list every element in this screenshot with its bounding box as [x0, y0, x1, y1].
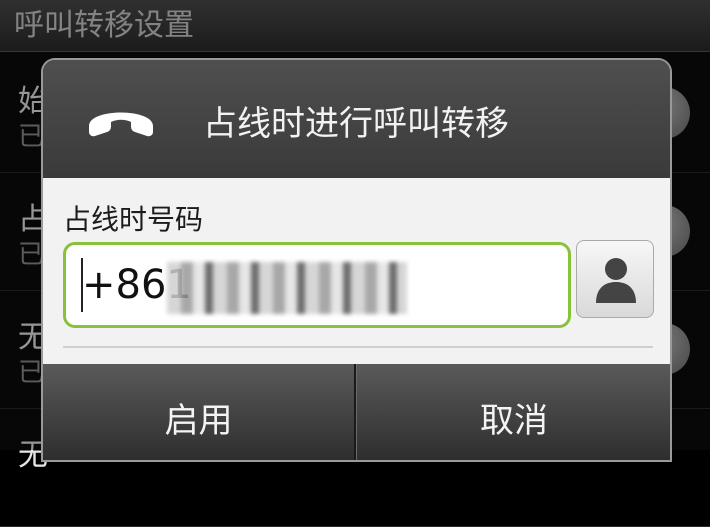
phone-handset-icon	[89, 112, 153, 137]
cancel-button[interactable]: 取消	[356, 364, 670, 460]
dialog-body: 占线时号码 +861	[43, 178, 670, 364]
divider	[63, 346, 653, 348]
dialog-button-bar: 启用 取消	[43, 364, 670, 460]
phone-number-label: 占线时号码	[63, 203, 204, 236]
enable-button[interactable]: 启用	[43, 364, 356, 460]
redacted-number-blur	[167, 262, 407, 314]
text-cursor	[81, 258, 83, 312]
call-forward-busy-dialog: 占线时进行呼叫转移 占线时号码 +861 启用 取消	[43, 60, 670, 460]
dialog-header: 占线时进行呼叫转移	[43, 60, 670, 178]
person-contact-icon	[596, 258, 636, 303]
dialog-title: 占线时进行呼叫转移	[203, 104, 509, 144]
contact-picker-button[interactable]	[576, 240, 654, 318]
